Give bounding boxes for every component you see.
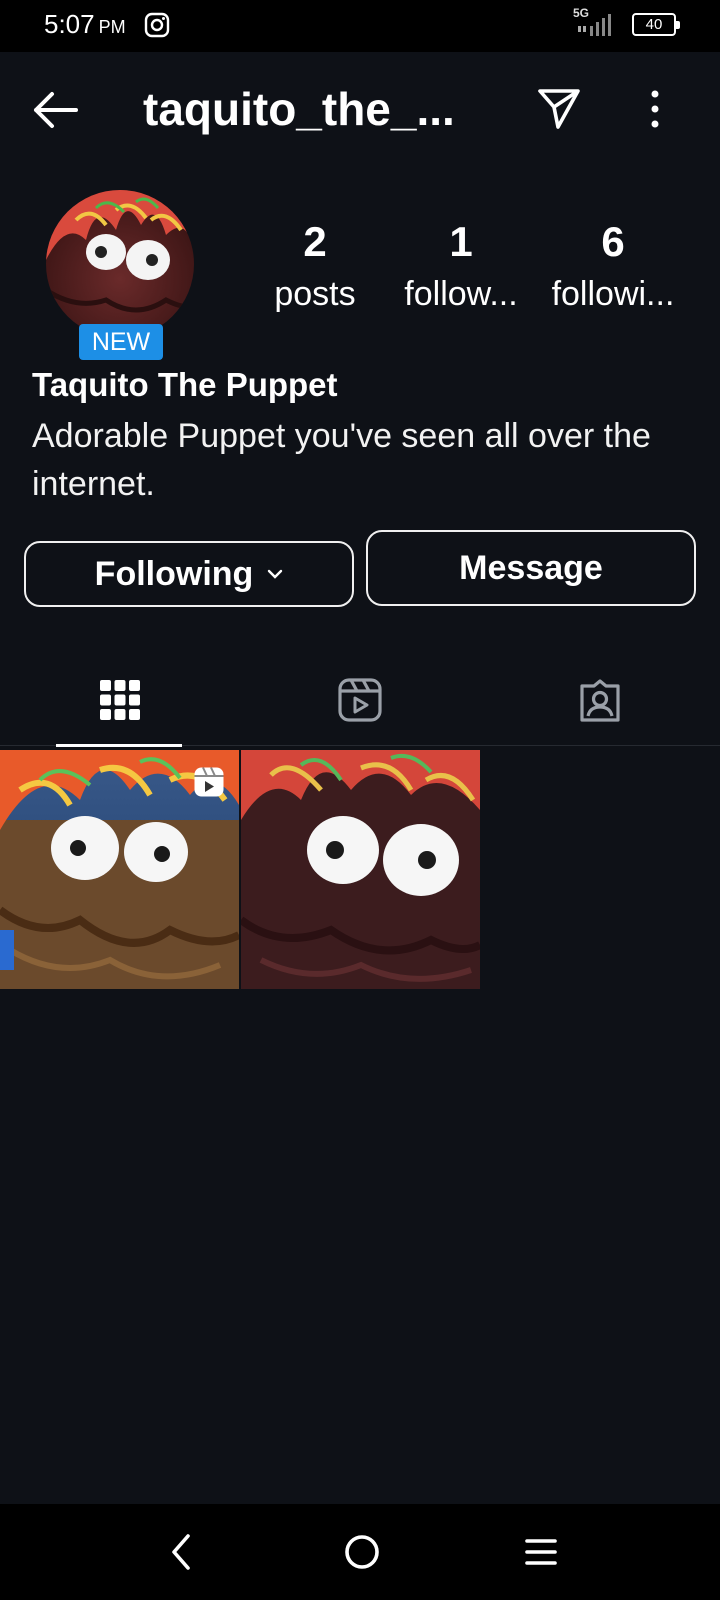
stat-posts[interactable]: 2 posts bbox=[250, 218, 380, 316]
instagram-notification-icon bbox=[144, 12, 170, 38]
more-vertical-icon[interactable] bbox=[640, 88, 670, 130]
following-label: Following bbox=[94, 554, 254, 593]
new-badge: NEW bbox=[79, 324, 163, 360]
stat-count: 2 bbox=[303, 218, 327, 265]
profile-header: taquito_the_... bbox=[0, 52, 720, 168]
post-thumbnail[interactable] bbox=[0, 750, 239, 989]
stat-count: 1 bbox=[449, 218, 473, 265]
bio-text: Adorable Puppet you've seen all over the… bbox=[32, 417, 651, 503]
stat-count: 6 bbox=[601, 218, 625, 265]
nav-back-icon[interactable] bbox=[166, 1532, 196, 1572]
tagged-icon bbox=[580, 679, 620, 722]
signal-icon bbox=[578, 14, 611, 36]
tab-tagged[interactable] bbox=[480, 660, 720, 746]
stat-followers[interactable]: 1 follow... bbox=[396, 218, 526, 316]
system-nav-bar bbox=[0, 1504, 720, 1600]
following-button[interactable]: Following bbox=[24, 541, 354, 607]
stat-label: follow... bbox=[404, 275, 518, 313]
grid-icon bbox=[100, 680, 140, 720]
battery-icon: 40 bbox=[632, 13, 680, 36]
reel-icon bbox=[194, 767, 224, 797]
status-bar: 5:07 PM 5G 40 bbox=[0, 0, 720, 52]
nav-home-icon[interactable] bbox=[342, 1532, 382, 1572]
profile-tabs bbox=[0, 660, 720, 747]
message-button[interactable]: Message bbox=[366, 530, 696, 606]
send-icon[interactable] bbox=[536, 85, 582, 131]
active-tab-indicator bbox=[56, 744, 182, 747]
tab-reels[interactable] bbox=[240, 660, 480, 746]
status-time: 5:07 PM bbox=[44, 9, 126, 39]
tab-posts-grid[interactable] bbox=[0, 660, 240, 747]
back-arrow-icon[interactable] bbox=[30, 89, 80, 131]
nav-menu-icon[interactable] bbox=[524, 1536, 558, 1568]
stat-label: posts bbox=[274, 275, 356, 313]
reels-icon bbox=[338, 678, 382, 722]
chevron-down-icon bbox=[268, 569, 283, 579]
username-title: taquito_the_... bbox=[143, 83, 455, 135]
display-name: Taquito The Puppet bbox=[32, 366, 338, 403]
avatar-container[interactable]: NEW bbox=[46, 190, 194, 360]
stat-following[interactable]: 6 followi... bbox=[543, 218, 683, 316]
post-thumbnail[interactable] bbox=[241, 750, 480, 989]
stat-label: followi... bbox=[551, 275, 675, 313]
avatar[interactable] bbox=[46, 190, 194, 338]
